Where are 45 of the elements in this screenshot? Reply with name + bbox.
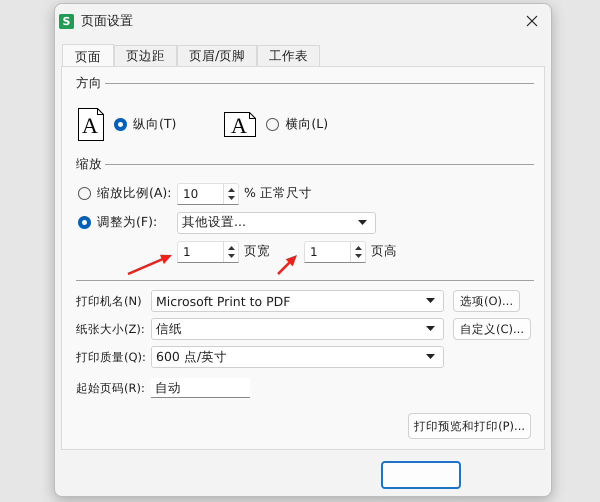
caret-icon <box>426 326 435 332</box>
tab[interactable]: 页眉/页脚 <box>177 45 258 66</box>
app-icon: S <box>59 14 74 28</box>
dialog-button[interactable]: 选项(O)... <box>453 290 520 312</box>
field-label: 打印质量(Q): <box>76 350 147 364</box>
spin-field[interactable]: 1 <box>177 240 239 262</box>
caret-icon <box>426 298 435 304</box>
spin-arrows-icon[interactable] <box>223 242 238 262</box>
radio-label[interactable]: 横向(L) <box>285 116 328 132</box>
spin-arrows-icon[interactable] <box>223 184 238 204</box>
radio-button[interactable] <box>78 216 91 229</box>
unit-label: 页高 <box>371 243 397 260</box>
dropdown[interactable]: 600 点/英寸 <box>151 346 444 368</box>
section-heading: 方向 <box>76 75 102 92</box>
page-icon: A <box>224 112 256 136</box>
field-label: 纸张大小(Z): <box>76 322 146 336</box>
field-label: 起始页码(R): <box>76 380 146 396</box>
dropdown[interactable]: 其他设置... <box>177 212 376 234</box>
radio-label[interactable]: 缩放比例(A): <box>97 184 172 202</box>
tab[interactable]: 工作表 <box>257 45 320 66</box>
radio-button[interactable] <box>78 186 91 200</box>
unit-label: % 正常尺寸 <box>244 185 312 202</box>
annotation-arrow <box>128 254 172 276</box>
dialog-button[interactable] <box>381 461 461 489</box>
window-title: 页面设置 <box>81 13 134 30</box>
dialog-button[interactable]: 自定义(C)... <box>453 318 531 340</box>
caret-icon <box>426 354 435 360</box>
page-icon: A <box>78 108 104 140</box>
radio-label[interactable]: 纵向(T) <box>133 116 176 132</box>
print-preview-button[interactable]: 打印预览和打印(P)... <box>408 413 531 439</box>
unit-label: 页宽 <box>244 243 270 260</box>
radio-label[interactable]: 调整为(F): <box>97 214 158 231</box>
field-label: 打印机名(N) <box>76 294 143 308</box>
dropdown[interactable]: 信纸 <box>151 318 444 340</box>
radio-button[interactable] <box>266 118 280 130</box>
section-heading: 缩放 <box>76 156 102 173</box>
spin-field[interactable]: 1 <box>304 240 366 262</box>
spin-arrows-icon[interactable] <box>350 242 365 262</box>
input-field[interactable]: 自动 <box>151 378 250 398</box>
caret-icon <box>358 220 367 226</box>
tab[interactable]: 页边距 <box>114 45 177 66</box>
spin-field[interactable]: 10 <box>177 182 239 204</box>
dropdown[interactable]: Microsoft Print to PDF <box>151 290 444 312</box>
annotation-arrow <box>277 255 297 275</box>
radio-button[interactable] <box>114 118 127 130</box>
